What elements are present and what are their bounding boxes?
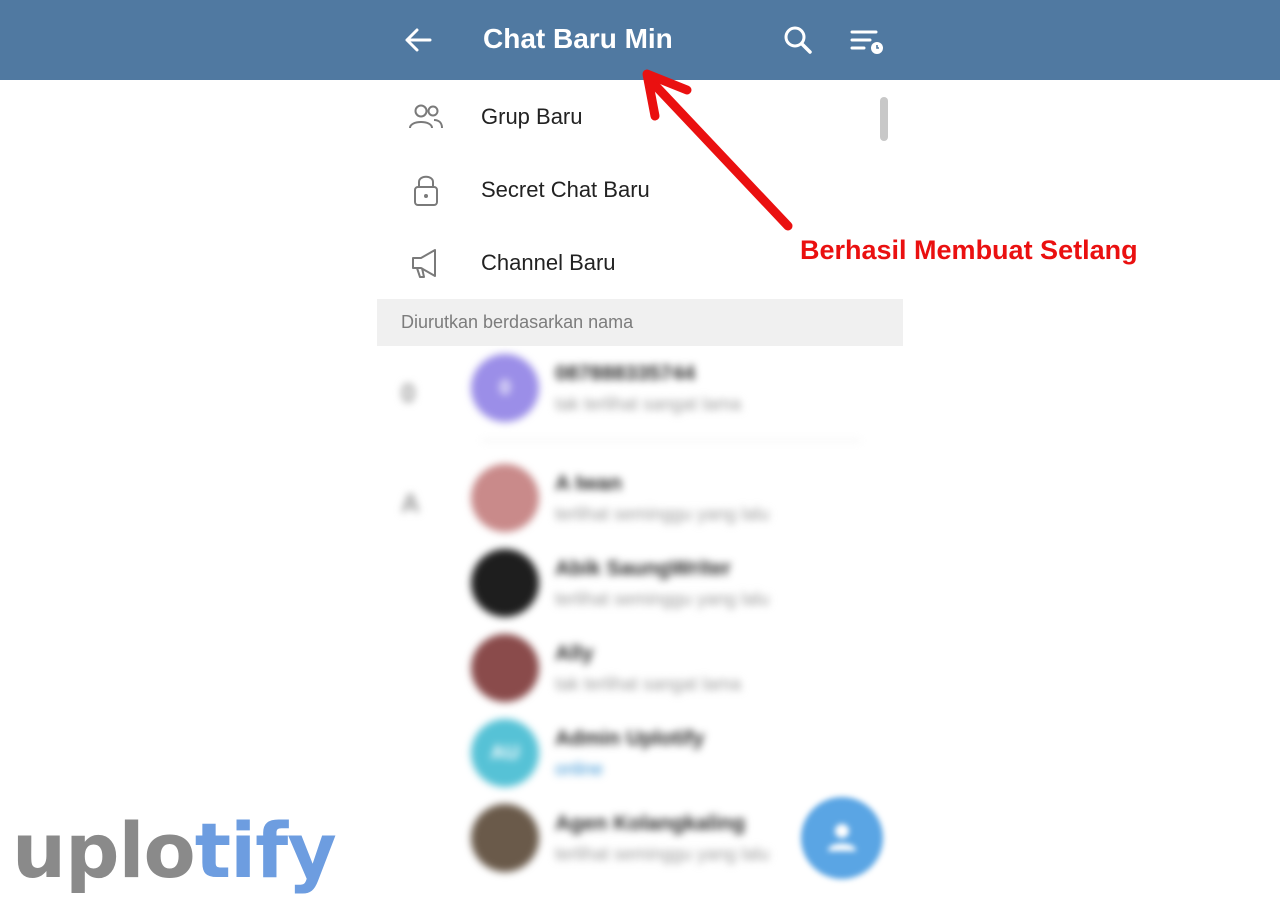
megaphone-icon bbox=[412, 249, 436, 278]
contact-row[interactable]: Abik SaungWriter terlihat seminggu yang … bbox=[377, 541, 903, 626]
contact-status: online bbox=[555, 759, 604, 779]
logo-part-1: uplo bbox=[12, 806, 196, 895]
app-bar: Chat Baru Min bbox=[0, 0, 1280, 80]
divider bbox=[481, 440, 861, 441]
page-title: Chat Baru Min bbox=[483, 23, 673, 54]
menu-item-label: Grup Baru bbox=[481, 104, 583, 129]
avatar bbox=[471, 549, 539, 617]
search-button[interactable] bbox=[780, 22, 816, 58]
avatar bbox=[471, 804, 539, 872]
contact-row[interactable]: 0 087888335744 tak terlihat sangat lama bbox=[377, 346, 903, 441]
search-icon bbox=[784, 26, 812, 54]
contact-row[interactable]: A Iwan terlihat seminggu yang lalu bbox=[377, 456, 903, 541]
contact-status: terlihat seminggu yang lalu bbox=[555, 504, 770, 524]
section-header-label: Diurutkan berdasarkan nama bbox=[401, 312, 634, 332]
sort-section-header: Diurutkan berdasarkan nama bbox=[377, 299, 903, 346]
uplotify-logo: uplotify bbox=[12, 806, 337, 895]
new-chat-menu: Grup Baru Secret Chat Baru Channel Baru bbox=[377, 80, 903, 299]
contact-row[interactable]: AU Admin Uplotify online bbox=[377, 711, 903, 796]
arrow-left-icon bbox=[405, 28, 432, 52]
contact-name: Admin Uplotify bbox=[555, 727, 705, 750]
contact-status: tak terlihat sangat lama bbox=[555, 394, 742, 414]
menu-item-new-group[interactable]: Grup Baru bbox=[377, 80, 903, 153]
group-icon bbox=[409, 104, 443, 129]
annotation-text: Berhasil Membuat Setlang bbox=[800, 235, 1138, 265]
add-contact-fab[interactable] bbox=[801, 797, 883, 879]
menu-item-label: Channel Baru bbox=[481, 250, 616, 275]
back-button[interactable] bbox=[400, 22, 436, 58]
avatar: AU bbox=[471, 719, 539, 787]
scrollbar[interactable] bbox=[880, 97, 888, 141]
contact-name: Ally bbox=[555, 642, 594, 665]
contact-status: terlihat seminggu yang lalu bbox=[555, 844, 770, 864]
menu-item-label: Secret Chat Baru bbox=[481, 177, 650, 202]
contact-status: tak terlihat sangat lama bbox=[555, 674, 742, 694]
contact-status: terlihat seminggu yang lalu bbox=[555, 589, 770, 609]
contact-row[interactable]: Ally tak terlihat sangat lama bbox=[377, 626, 903, 711]
avatar: 0 bbox=[471, 354, 539, 422]
contact-name: A Iwan bbox=[555, 472, 622, 495]
contact-name: 087888335744 bbox=[555, 362, 696, 385]
contact-name: Abik SaungWriter bbox=[555, 557, 731, 580]
sort-by-time-icon bbox=[850, 30, 883, 54]
lock-icon bbox=[414, 175, 438, 206]
avatar bbox=[471, 464, 539, 532]
menu-item-new-secret-chat[interactable]: Secret Chat Baru bbox=[377, 153, 903, 226]
sort-button[interactable] bbox=[848, 24, 888, 58]
contact-name: Agen Kolangkaling bbox=[555, 812, 746, 835]
add-contact-icon bbox=[828, 824, 856, 851]
avatar bbox=[471, 634, 539, 702]
logo-part-2: tify bbox=[194, 806, 337, 895]
